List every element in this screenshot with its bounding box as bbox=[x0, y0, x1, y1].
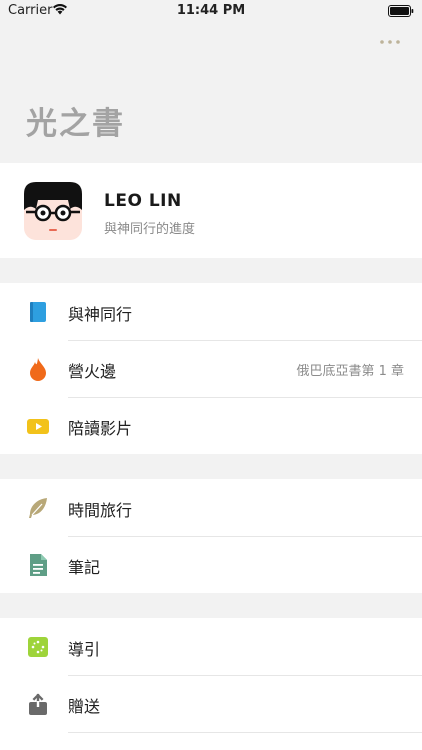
profile-subtitle: 與神同行的進度 bbox=[104, 222, 196, 237]
menu-item-gift[interactable]: 贈送 bbox=[0, 675, 422, 732]
menu-group-1: 與神同行 營火邊 俄巴底亞書第 1 章 陪讀影片 bbox=[0, 283, 422, 454]
menu-item-label: 與神同行 bbox=[68, 305, 133, 324]
share-icon bbox=[25, 691, 51, 717]
profile-name: LEO LIN bbox=[104, 191, 182, 211]
guide-icon bbox=[25, 634, 51, 660]
book-icon bbox=[25, 299, 51, 325]
menu-group-2: 時間旅行 筆記 bbox=[0, 479, 422, 593]
menu-item-campfire[interactable]: 營火邊 俄巴底亞書第 1 章 bbox=[0, 340, 422, 397]
menu-item-notes[interactable]: 筆記 bbox=[0, 536, 422, 593]
menu-item-label: 營火邊 bbox=[68, 362, 117, 381]
menu-item-walk-with-god[interactable]: 與神同行 bbox=[0, 283, 422, 340]
menu-item-label: 筆記 bbox=[68, 558, 101, 577]
menu-item-label: 贈送 bbox=[68, 697, 101, 716]
clock: 11:44 PM bbox=[176, 3, 246, 18]
profile-card[interactable]: LEO LIN 與神同行的進度 bbox=[0, 163, 422, 258]
menu-item-time-travel[interactable]: 時間旅行 bbox=[0, 479, 422, 536]
menu-item-label: 導引 bbox=[68, 640, 101, 659]
menu-item-label: 陪讀影片 bbox=[68, 419, 133, 438]
menu-item-companion-videos[interactable]: 陪讀影片 bbox=[0, 397, 422, 454]
play-icon bbox=[25, 413, 51, 439]
feather-icon bbox=[25, 495, 51, 521]
note-icon bbox=[25, 552, 51, 578]
flame-icon bbox=[25, 356, 51, 382]
ellipsis-icon bbox=[380, 40, 400, 44]
page-title: 光之書 bbox=[26, 106, 125, 142]
menu-item-guide[interactable]: 導引 bbox=[0, 618, 422, 675]
status-bar: Carrier 11:44 PM bbox=[0, 0, 422, 22]
divider bbox=[68, 732, 422, 733]
menu-item-detail: 俄巴底亞書第 1 章 bbox=[296, 364, 404, 379]
battery-icon bbox=[388, 5, 414, 21]
avatar bbox=[24, 182, 82, 240]
menu-item-label: 時間旅行 bbox=[68, 501, 133, 520]
menu-group-3: 導引 贈送 bbox=[0, 618, 422, 750]
more-options-button[interactable] bbox=[378, 34, 402, 50]
